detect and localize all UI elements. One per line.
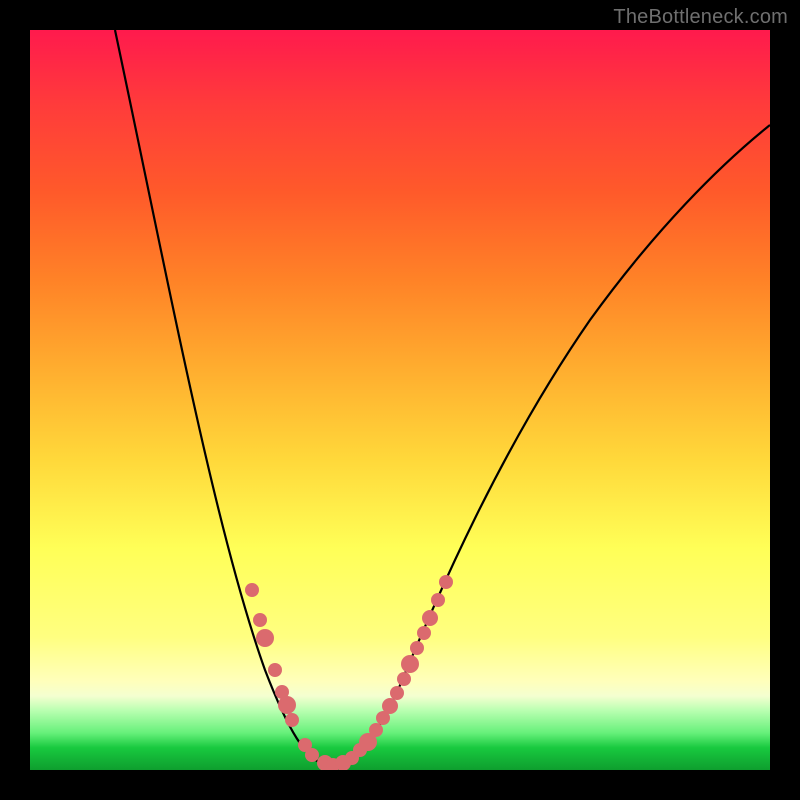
- curve-marker: [410, 641, 424, 655]
- curve-marker: [253, 613, 267, 627]
- curve-marker: [256, 629, 274, 647]
- curve-svg: [30, 30, 770, 770]
- curve-marker: [397, 672, 411, 686]
- curve-marker: [382, 698, 398, 714]
- curve-marker: [245, 583, 259, 597]
- curve-marker: [285, 713, 299, 727]
- curve-marker: [390, 686, 404, 700]
- curve-marker: [268, 663, 282, 677]
- chart-stage: TheBottleneck.com: [0, 0, 800, 800]
- bottleneck-curve: [115, 30, 770, 766]
- plot-area: [30, 30, 770, 770]
- curve-marker: [369, 723, 383, 737]
- curve-marker: [439, 575, 453, 589]
- curve-marker: [401, 655, 419, 673]
- curve-marker: [431, 593, 445, 607]
- watermark-text: TheBottleneck.com: [613, 6, 788, 29]
- marker-group: [245, 575, 453, 770]
- curve-marker: [278, 696, 296, 714]
- curve-marker: [305, 748, 319, 762]
- curve-marker: [422, 610, 438, 626]
- curve-marker: [417, 626, 431, 640]
